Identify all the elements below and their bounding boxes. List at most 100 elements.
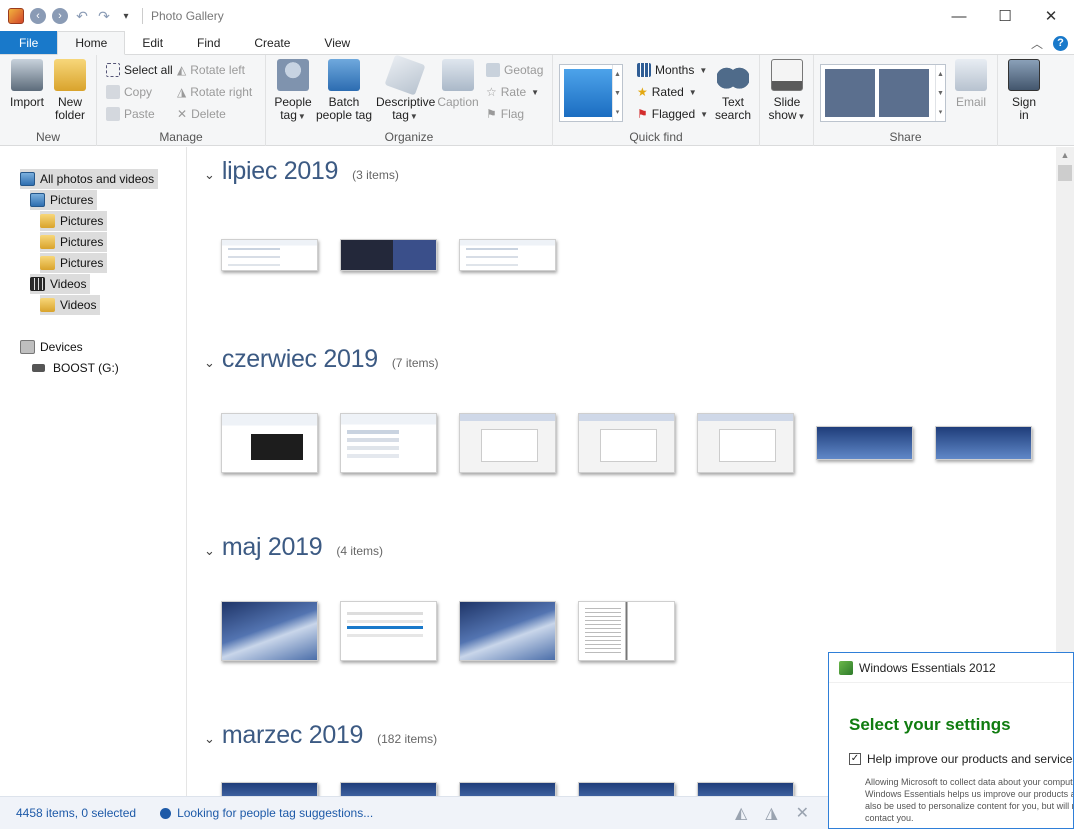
folder-icon bbox=[40, 235, 55, 249]
photo-thumbnail[interactable] bbox=[459, 601, 556, 661]
collapse-chevron-icon[interactable]: ⌄ bbox=[204, 167, 215, 183]
customize-qat-icon[interactable]: ▾ bbox=[118, 11, 134, 22]
photo-thumbnail[interactable] bbox=[697, 413, 794, 473]
folder-icon bbox=[40, 256, 55, 270]
photo-thumbnail[interactable] bbox=[578, 413, 675, 473]
delete-icon[interactable]: ✕ bbox=[796, 803, 809, 823]
photo-thumbnail[interactable] bbox=[221, 782, 318, 796]
scroll-up-icon[interactable]: ▲ bbox=[1056, 147, 1074, 163]
forward-icon[interactable]: › bbox=[52, 8, 68, 24]
videos-icon bbox=[30, 277, 45, 291]
photo-thumbnail[interactable] bbox=[459, 782, 556, 796]
rated-button[interactable]: ★ Rated ▼ bbox=[637, 83, 697, 101]
select-all-button[interactable]: Select all bbox=[106, 61, 173, 79]
dialog-title: Windows Essentials 2012 bbox=[859, 660, 996, 675]
tab-file[interactable]: File bbox=[0, 31, 58, 54]
undo-icon[interactable]: ↶ bbox=[74, 8, 90, 25]
photo-thumbnail[interactable] bbox=[459, 239, 556, 271]
photo-thumbnail[interactable] bbox=[221, 239, 318, 271]
caption-button[interactable]: Caption bbox=[436, 59, 480, 109]
section-header[interactable]: ⌄ czerwiec 2019 (7 items) bbox=[204, 345, 438, 374]
folder-icon bbox=[40, 214, 55, 228]
paste-button[interactable]: Paste bbox=[106, 105, 155, 123]
batch-people-tag-icon bbox=[328, 59, 360, 91]
rotate-left-button[interactable]: ◭ Rotate left bbox=[177, 61, 245, 79]
tab-create[interactable]: Create bbox=[237, 31, 307, 54]
section-header[interactable]: ⌄ lipiec 2019 (3 items) bbox=[204, 157, 399, 186]
gallery-scroll-icon[interactable]: ▲ ▼ ▾ bbox=[935, 65, 945, 121]
people-gallery[interactable]: ▲ ▼ ▾ bbox=[559, 64, 623, 122]
batch-people-tag-button[interactable]: Batch people tag bbox=[314, 59, 374, 122]
help-icon[interactable]: ? bbox=[1053, 36, 1068, 51]
nav-drive[interactable]: BOOST (G:) bbox=[32, 358, 119, 378]
nav-videos-folder[interactable]: Videos bbox=[40, 295, 101, 315]
collapse-chevron-icon[interactable]: ⌄ bbox=[204, 731, 215, 747]
photo-thumbnail[interactable] bbox=[816, 426, 913, 460]
import-button[interactable]: Import bbox=[8, 59, 46, 109]
photo-thumbnail[interactable] bbox=[221, 413, 318, 473]
nav-pictures-folder[interactable]: Pictures bbox=[40, 253, 108, 273]
section-header[interactable]: ⌄ maj 2019 (4 items) bbox=[204, 533, 383, 562]
sign-in-button[interactable]: Sign in bbox=[1004, 59, 1044, 122]
nav-pictures-folder[interactable]: Pictures bbox=[40, 232, 108, 252]
geotag-button[interactable]: Geotag bbox=[486, 61, 543, 79]
nav-devices[interactable]: Devices bbox=[20, 337, 83, 357]
onedrive-icon[interactable] bbox=[825, 69, 875, 117]
redo-icon[interactable]: ↷ bbox=[96, 8, 112, 25]
nav-videos[interactable]: Videos bbox=[30, 274, 91, 294]
back-icon[interactable]: ‹ bbox=[30, 8, 46, 24]
photo-thumbnail[interactable] bbox=[697, 782, 794, 796]
photo-thumbnail[interactable] bbox=[578, 601, 675, 661]
nav-pictures-folder[interactable]: Pictures bbox=[40, 211, 108, 231]
checkbox[interactable]: ✓ bbox=[849, 753, 861, 765]
ribbon: Import New folder New Select all Copy Pa… bbox=[0, 54, 1074, 146]
photo-thumbnail[interactable] bbox=[221, 601, 318, 661]
scrollbar-thumb[interactable] bbox=[1058, 165, 1072, 181]
calendar-icon bbox=[637, 63, 651, 77]
photo-thumbnail[interactable] bbox=[935, 426, 1032, 460]
minimize-button[interactable]: — bbox=[936, 0, 982, 32]
status-message: Looking for people tag suggestions... bbox=[160, 806, 373, 820]
photo-thumbnail[interactable] bbox=[340, 601, 437, 661]
rotate-left-icon[interactable]: ◭ bbox=[735, 803, 747, 823]
share-gallery[interactable]: ▲ ▼ ▾ bbox=[820, 64, 946, 122]
collapse-chevron-icon[interactable]: ⌄ bbox=[204, 355, 215, 371]
rotate-right-button[interactable]: ◮ Rotate right bbox=[177, 83, 252, 101]
geotag-icon bbox=[486, 63, 500, 77]
flag-icon: ⚑ bbox=[486, 107, 497, 121]
improve-products-checkbox[interactable]: ✓ Help improve our products and services bbox=[849, 752, 1073, 766]
tab-home[interactable]: Home bbox=[57, 31, 126, 55]
flagged-button[interactable]: ⚑ Flagged ▼ bbox=[637, 105, 708, 123]
minimize-ribbon-icon[interactable]: ︿ bbox=[1031, 35, 1043, 52]
section-count: (4 items) bbox=[336, 544, 384, 558]
maximize-button[interactable]: ☐ bbox=[982, 0, 1028, 32]
descriptive-tag-button[interactable]: Descriptive tag▼ bbox=[376, 54, 435, 123]
photo-thumbnail[interactable] bbox=[340, 239, 437, 271]
slide-show-button[interactable]: Slide show▼ bbox=[767, 59, 807, 123]
tab-find[interactable]: Find bbox=[180, 31, 237, 54]
text-search-button[interactable]: Text search bbox=[713, 59, 753, 122]
delete-button[interactable]: ✕ Delete bbox=[177, 105, 226, 123]
facebook-icon[interactable] bbox=[879, 69, 929, 117]
tab-edit[interactable]: Edit bbox=[125, 31, 180, 54]
section-header[interactable]: ⌄ marzec 2019 (182 items) bbox=[204, 721, 437, 750]
close-button[interactable]: ✕ bbox=[1028, 0, 1074, 32]
rotate-right-icon[interactable]: ◮ bbox=[765, 803, 777, 823]
photo-thumbnail[interactable] bbox=[340, 782, 437, 796]
nav-pictures[interactable]: Pictures bbox=[30, 190, 98, 210]
flag-button[interactable]: ⚑ Flag bbox=[486, 105, 524, 123]
photo-thumbnail[interactable] bbox=[459, 413, 556, 473]
rate-button[interactable]: ☆ Rate ▼ bbox=[486, 83, 539, 101]
people-tag-button[interactable]: People tag▼ bbox=[272, 59, 314, 123]
photo-thumbnail[interactable] bbox=[578, 782, 675, 796]
nav-all-photos[interactable]: All photos and videos bbox=[20, 169, 159, 189]
photo-thumbnail[interactable] bbox=[340, 413, 437, 473]
new-folder-button[interactable]: New folder bbox=[52, 59, 88, 122]
months-button[interactable]: Months ▼ bbox=[637, 61, 707, 79]
tab-view[interactable]: View bbox=[307, 31, 367, 54]
copy-button[interactable]: Copy bbox=[106, 83, 152, 101]
title-bar: ‹ › ↶ ↷ ▾ Photo Gallery — ☐ ✕ bbox=[0, 0, 1074, 32]
email-button[interactable]: Email bbox=[952, 59, 990, 109]
gallery-scroll-icon[interactable]: ▲ ▼ ▾ bbox=[612, 65, 622, 121]
collapse-chevron-icon[interactable]: ⌄ bbox=[204, 543, 215, 559]
